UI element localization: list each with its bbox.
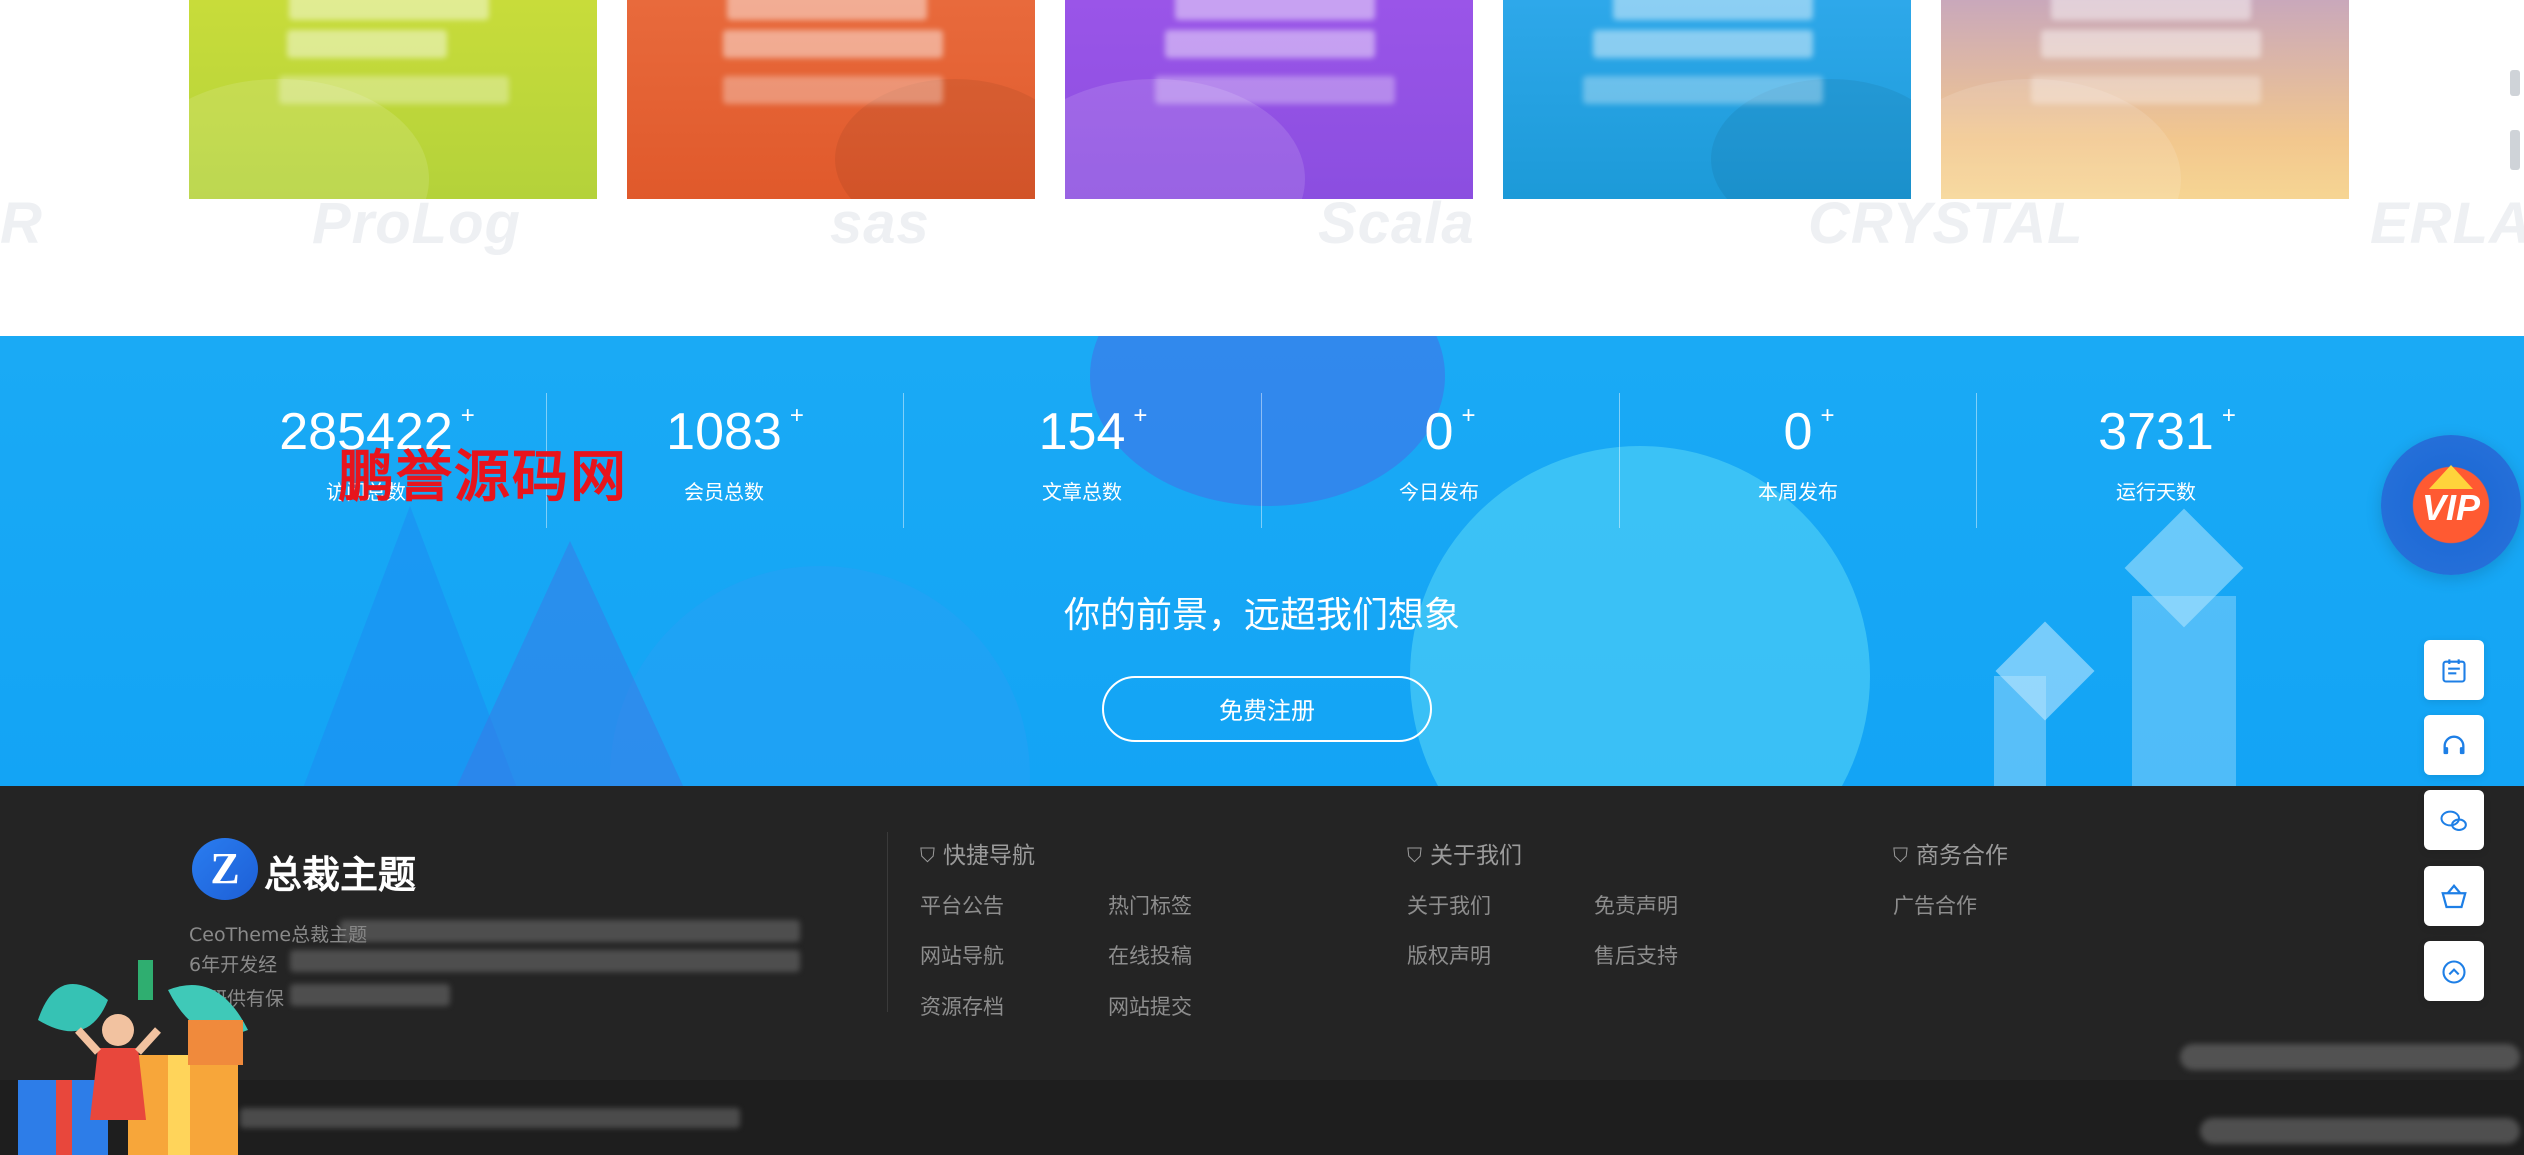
vip-badge[interactable]: VIP	[2381, 435, 2521, 575]
card-text-blurred	[1155, 76, 1395, 104]
brand-logo: Scala	[1318, 191, 1475, 256]
wechat-icon[interactable]	[2424, 790, 2484, 850]
brand-logo: sas	[830, 191, 930, 256]
feature-card[interactable]	[1503, 0, 1911, 199]
card-text-blurred	[1165, 30, 1375, 58]
stat-value: 154 +	[1039, 396, 1148, 468]
stat-value: 0 +	[1784, 396, 1835, 468]
footer-intro-blurred	[290, 950, 800, 972]
card-text-blurred	[1613, 0, 1813, 20]
stat-label: 运行天数	[2116, 480, 2196, 504]
card-text-blurred	[2031, 76, 2261, 104]
card-text-blurred	[1593, 30, 1813, 58]
brand-logo-strip: R ProLog sas Scala CRYSTAL ERLAN	[0, 190, 2524, 280]
card-text-blurred	[279, 76, 509, 104]
footer-right-blurred	[2180, 1044, 2520, 1070]
card-text-blurred	[727, 0, 927, 20]
stat-plus: +	[1820, 402, 1835, 429]
card-text-blurred	[289, 0, 489, 20]
shield-icon: ⛉	[1407, 843, 1422, 867]
decorative-triangle	[450, 541, 690, 786]
feature-card[interactable]	[1941, 0, 2349, 199]
card-text-blurred	[1583, 76, 1823, 104]
card-text-blurred	[723, 30, 943, 58]
card-text-blurred	[2041, 30, 2261, 58]
footer-divider	[887, 832, 888, 1012]
stat-plus: +	[1133, 402, 1148, 429]
brand-logo: R	[0, 191, 43, 256]
card-text-blurred	[287, 30, 447, 58]
stat-divider	[1976, 393, 1977, 528]
card-text-blurred	[2051, 0, 2251, 20]
footer-link[interactable]: 网站提交	[1108, 991, 1192, 1021]
card-text-blurred	[723, 76, 943, 104]
footer-link[interactable]: 在线投稿	[1108, 940, 1192, 970]
headset-icon[interactable]	[2424, 715, 2484, 775]
wechat-icon-glyph	[2440, 810, 2467, 831]
footer-link[interactable]: 资源存档	[920, 991, 1004, 1021]
footer-right-blurred	[2200, 1118, 2520, 1144]
basket-icon-glyph	[2441, 883, 2467, 908]
crown-icon	[2429, 465, 2473, 489]
feature-cards-section: R ProLog sas Scala CRYSTAL ERLAN	[0, 0, 2524, 336]
stat-days: 3731 + 运行天数	[1978, 396, 2334, 536]
feature-card[interactable]	[627, 0, 1035, 199]
footer-heading-quicknav: ⛉ 快捷导航	[920, 843, 1035, 869]
stat-week: 0 + 本周发布	[1620, 396, 1976, 536]
footer-link[interactable]: 平台公告	[920, 890, 1004, 920]
stat-label: 本周发布	[1758, 480, 1838, 504]
basket-icon[interactable]	[2424, 866, 2484, 926]
calendar-icon[interactable]	[2424, 640, 2484, 700]
stat-value: 0 +	[1425, 396, 1476, 468]
stat-value: 3731 +	[2098, 396, 2236, 468]
logo-text: 总裁主题	[264, 852, 417, 897]
stat-plus: +	[789, 402, 804, 429]
footer-intro-blurred	[290, 984, 450, 1006]
footer-link[interactable]: 网站导航	[920, 940, 1004, 970]
calendar-icon-glyph	[2442, 658, 2466, 683]
stat-today: 0 + 今日发布	[1261, 396, 1617, 536]
footer-copyright-blurred	[240, 1108, 740, 1128]
back-to-top-icon[interactable]	[2424, 941, 2484, 1001]
shield-icon: ⛉	[1893, 843, 1908, 867]
stat-plus: +	[2221, 402, 2236, 429]
feature-card[interactable]	[1065, 0, 1473, 199]
stat-plus: +	[1461, 402, 1476, 429]
footer-link[interactable]: 售后支持	[1594, 940, 1678, 970]
brand-logo: ProLog	[312, 191, 521, 256]
shield-icon: ⛉	[920, 843, 935, 867]
chevron-up-icon	[2442, 959, 2466, 984]
slogan-heading: 你的前景，远超我们想象	[1063, 595, 1460, 636]
footer-heading-about: ⛉ 关于我们	[1407, 843, 1522, 869]
footer-link[interactable]: 关于我们	[1407, 890, 1491, 920]
feature-card[interactable]	[189, 0, 597, 199]
footer-link[interactable]: 版权声明	[1407, 940, 1491, 970]
footer-link[interactable]: 广告合作	[1893, 890, 1977, 920]
card-text-blurred	[1175, 0, 1375, 20]
stat-value: 1083 +	[666, 396, 804, 468]
brand-logo: CRYSTAL	[1808, 191, 2084, 256]
stats-section: 285422 + 访问总数 1083 + 会员总数 154 + 文章总数 0 + 今日发…	[0, 336, 2524, 786]
scroll-handle[interactable]	[2510, 130, 2520, 170]
footer-intro-blurred	[340, 920, 800, 942]
footer-heading-business: ⛉ 商务合作	[1893, 843, 2008, 869]
stat-label: 文章总数	[1042, 480, 1122, 504]
register-button[interactable]: 免费注册	[1102, 676, 1432, 742]
watermark-text: 鹏誉源码网	[338, 445, 628, 510]
logo-icon: Z	[192, 838, 258, 900]
scroll-handle[interactable]	[2510, 70, 2520, 96]
footer-link[interactable]: 免责声明	[1594, 890, 1678, 920]
stat-articles: 154 + 文章总数	[904, 396, 1260, 536]
headset-icon-glyph	[2443, 735, 2465, 754]
vip-label: VIP	[2421, 487, 2481, 528]
brand-logo: ERLAN	[2370, 191, 2524, 256]
footer-link[interactable]: 热门标签	[1108, 890, 1192, 920]
gift-illustration	[18, 960, 248, 1155]
stat-label: 今日发布	[1399, 480, 1479, 504]
